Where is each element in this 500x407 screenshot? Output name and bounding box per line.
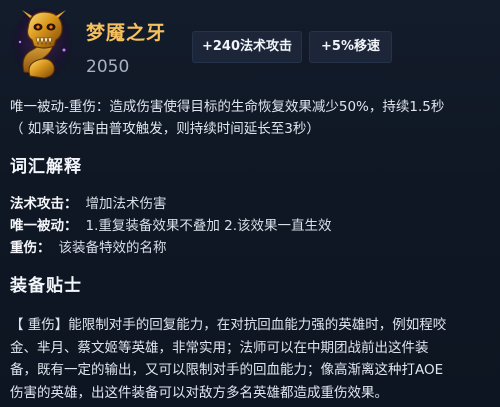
tips-line: 金、芈月、蔡文姬等英雄，非常实用；法师可以在中期团战前出这件装 <box>10 339 429 356</box>
glossary-term: 唯一被动： <box>10 218 78 234</box>
glossary-definition: 增加法术伤害 <box>85 196 167 212</box>
item-price: 2050 <box>86 57 130 77</box>
stat-tag-magic-attack: +240法术攻击 <box>192 31 302 63</box>
tips-line: 【 重伤】能限制对手的回复能力，在对抗回血能力强的英雄时，例如程咬 <box>10 317 447 333</box>
passive-line: （ 如果该伤害由普攻触发，则持续时间延长至3秒） <box>10 121 320 137</box>
passive-description: 唯一被动-重伤：造成伤害使得目标的生命恢复效果减少50%，持续1.5秒 （ 如果… <box>10 96 494 140</box>
tips-line: 备，既有一定的输出，又可以限制对手的回血能力；像高渐离这种打AOE <box>10 362 444 378</box>
stat-tag-move-speed: +5%移速 <box>309 31 392 63</box>
glossary-definition: 1.重复装备效果不叠加 2.该效果一直生效 <box>85 218 332 234</box>
item-header: 梦魇之牙 2050 +240法术攻击 +5%移速 <box>0 0 500 90</box>
tips-text: 【 重伤】能限制对手的回复能力，在对抗回血能力强的英雄时，例如程咬 金、芈月、蔡… <box>10 314 494 404</box>
glossary-row: 唯一被动： 1.重复装备效果不叠加 2.该效果一直生效 <box>10 215 494 237</box>
tips-line: 伤害的英雄，出这件装备可以对敌方多名英雄都造成重伤效果。 <box>10 384 388 401</box>
glossary-term: 法术攻击： <box>10 196 78 212</box>
passive-line: 唯一被动-重伤：造成伤害使得目标的生命恢复效果减少50%，持续1.5秒 <box>10 99 445 115</box>
glossary-row: 法术攻击： 增加法术伤害 <box>10 193 494 215</box>
item-name: 梦魇之牙 <box>86 22 167 44</box>
glossary-row: 重伤： 该装备特效的名称 <box>10 237 494 259</box>
serpent-fang-item-icon <box>10 6 74 82</box>
tips-title: 装备贴士 <box>10 276 82 296</box>
glossary-list: 法术攻击： 增加法术伤害 唯一被动： 1.重复装备效果不叠加 2.该效果一直生效 重… <box>10 193 494 259</box>
glossary-title: 词汇解释 <box>10 157 82 177</box>
glossary-definition: 该装备特效的名称 <box>58 240 167 256</box>
glossary-term: 重伤： <box>10 240 51 256</box>
